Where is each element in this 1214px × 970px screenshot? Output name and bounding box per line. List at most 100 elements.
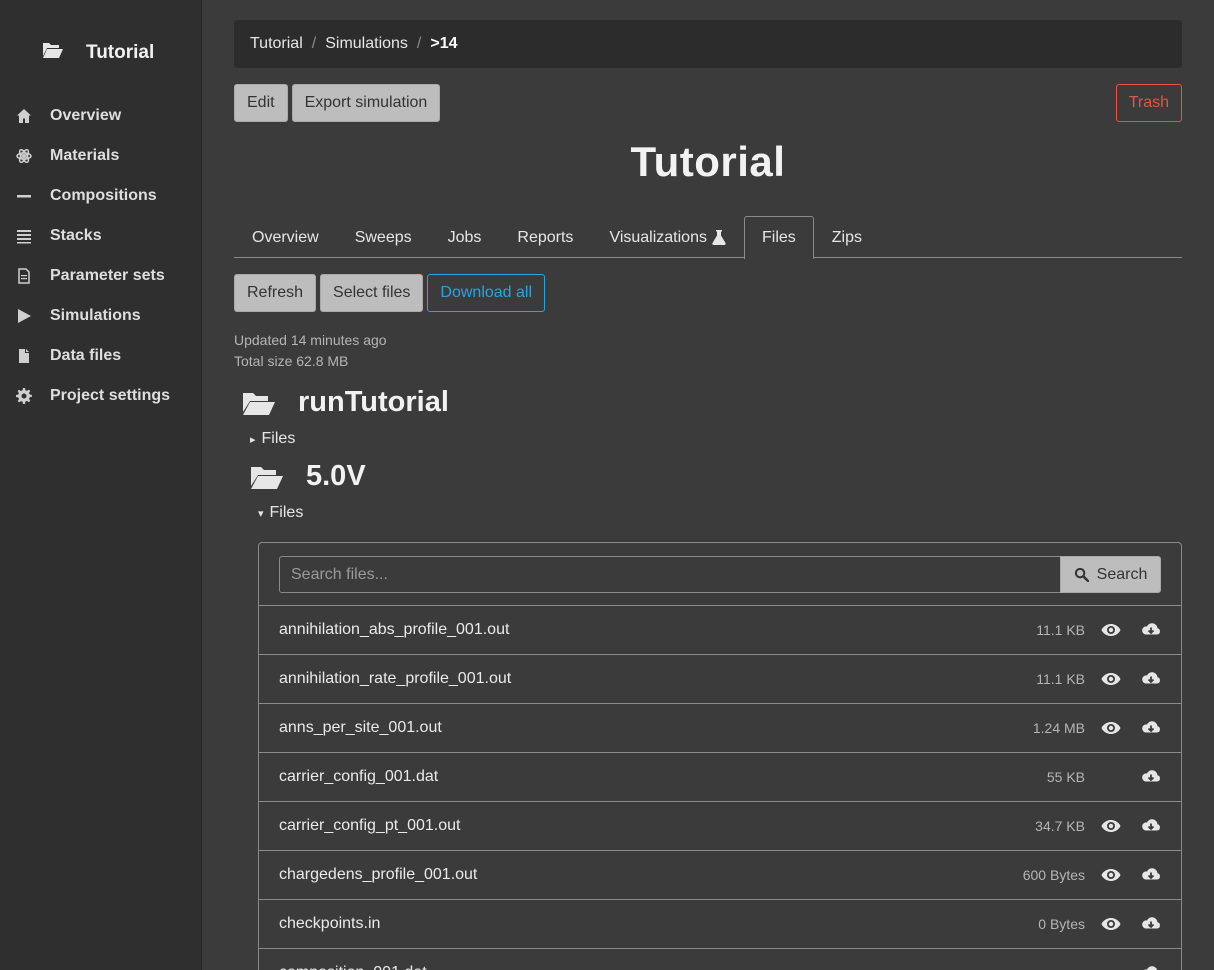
edit-button[interactable]: Edit: [234, 84, 288, 122]
eye-icon[interactable]: [1101, 819, 1121, 833]
minus-icon: [16, 188, 32, 204]
folder-open-icon: [42, 41, 64, 65]
trash-button[interactable]: Trash: [1115, 84, 1182, 122]
tab-label: Zips: [831, 228, 862, 246]
folder-name: 5.0V: [306, 460, 366, 492]
eye-icon[interactable]: [1101, 623, 1121, 637]
file-size: 0 Bytes: [1038, 916, 1085, 932]
cloud-download-icon[interactable]: [1141, 769, 1161, 785]
caret-down-icon: ▾: [258, 507, 264, 520]
file-name[interactable]: checkpoints.in: [279, 915, 380, 933]
sidebar-item-compositions[interactable]: Compositions: [0, 176, 202, 216]
search-icon: [1074, 567, 1089, 582]
breadcrumb-separator: /: [311, 35, 317, 52]
search-button-label: Search: [1096, 565, 1148, 583]
breadcrumb-separator: /: [416, 35, 422, 52]
cloud-download-icon[interactable]: [1141, 622, 1161, 638]
flask-icon: [712, 230, 726, 245]
file-row: annihilation_abs_profile_001.out 11.1 KB: [259, 606, 1181, 655]
sidebar-item-label: Project settings: [50, 387, 171, 404]
files-toggle[interactable]: ▸ Files: [250, 430, 295, 448]
search-button[interactable]: Search: [1060, 556, 1161, 593]
file-row: chargedens_profile_001.out 600 Bytes: [259, 851, 1181, 900]
tab-reports[interactable]: Reports: [499, 216, 591, 258]
project-brand[interactable]: Tutorial: [42, 40, 154, 66]
tab-label: Jobs: [447, 228, 482, 246]
file-row: carrier_config_001.dat 55 KB: [259, 753, 1181, 802]
sidebar: Tutorial Overview Materials Compositions…: [0, 0, 202, 970]
atom-icon: [16, 148, 32, 164]
cloud-download-icon[interactable]: [1141, 818, 1161, 834]
caret-right-icon: ▸: [250, 433, 256, 446]
eye-icon[interactable]: [1101, 672, 1121, 686]
file-rows: annihilation_abs_profile_001.out 11.1 KB a…: [259, 606, 1181, 970]
tab-sweeps[interactable]: Sweeps: [337, 216, 430, 258]
breadcrumb-simulations[interactable]: Simulations: [325, 35, 408, 53]
download-all-button[interactable]: Download all: [427, 274, 546, 312]
sidebar-item-label: Materials: [50, 147, 120, 164]
sidebar-item-project-settings[interactable]: Project settings: [0, 376, 202, 416]
cloud-download-icon[interactable]: [1141, 867, 1161, 883]
file-size: 600 Bytes: [1022, 867, 1085, 883]
breadcrumb-current: >14: [430, 35, 458, 52]
file-name[interactable]: carrier_config_001.dat: [279, 768, 438, 786]
file-name[interactable]: composition_001.dat: [279, 964, 427, 970]
file-row: composition_001.dat: [259, 949, 1181, 970]
file-row: annihilation_rate_profile_001.out 11.1 KB: [259, 655, 1181, 704]
eye-icon[interactable]: [1101, 868, 1121, 882]
file-name[interactable]: chargedens_profile_001.out: [279, 866, 477, 884]
tab-label: Visualizations: [609, 228, 707, 246]
file-row: anns_per_site_001.out 1.24 MB: [259, 704, 1181, 753]
cloud-download-icon[interactable]: [1141, 720, 1161, 736]
file-icon: [16, 348, 32, 364]
sidebar-item-data-files[interactable]: Data files: [0, 336, 202, 376]
play-icon: [16, 308, 32, 324]
file-list-panel: Search annihilation_abs_profile_001.out 1…: [258, 542, 1182, 970]
folder-open-icon: [243, 392, 275, 415]
file-row: carrier_config_pt_001.out 34.7 KB: [259, 802, 1181, 851]
eye-icon[interactable]: [1101, 917, 1121, 931]
file-name[interactable]: carrier_config_pt_001.out: [279, 817, 460, 835]
sidebar-item-materials[interactable]: Materials: [0, 136, 202, 176]
sidebar-item-simulations[interactable]: Simulations: [0, 296, 202, 336]
sidebar-item-parameter-sets[interactable]: Parameter sets: [0, 256, 202, 296]
folder-open-icon: [251, 466, 283, 489]
tab-label: Overview: [252, 228, 319, 246]
file-name[interactable]: annihilation_rate_profile_001.out: [279, 670, 511, 688]
sidebar-nav: Overview Materials Compositions Stacks P…: [0, 96, 202, 416]
sidebar-item-stacks[interactable]: Stacks: [0, 216, 202, 256]
search-input[interactable]: [279, 556, 1061, 593]
eye-icon[interactable]: [1101, 721, 1121, 735]
breadcrumb-project[interactable]: Tutorial: [250, 35, 303, 53]
stack-icon: [16, 228, 32, 244]
tab-overview[interactable]: Overview: [234, 216, 337, 258]
folder-name: runTutorial: [298, 386, 449, 418]
files-toggle[interactable]: ▾ Files: [258, 504, 303, 522]
tab-label: Reports: [517, 228, 574, 246]
tab-jobs[interactable]: Jobs: [430, 216, 500, 258]
files-toolbar: Refresh Select files Download all: [234, 274, 546, 312]
sidebar-item-label: Data files: [50, 347, 122, 364]
cloud-download-icon[interactable]: [1141, 965, 1161, 970]
cloud-download-icon[interactable]: [1141, 916, 1161, 932]
tab-zips[interactable]: Zips: [814, 216, 880, 258]
export-simulation-button[interactable]: Export simulation: [291, 84, 441, 122]
total-size-text: Total size 62.8 MB: [234, 353, 349, 369]
sidebar-item-overview[interactable]: Overview: [0, 96, 202, 136]
files-toggle-label: Files: [261, 430, 296, 447]
tab-files[interactable]: Files: [743, 216, 814, 259]
select-files-button[interactable]: Select files: [320, 274, 424, 312]
breadcrumb: Tutorial / Simulations / >14: [234, 20, 1182, 68]
file-name[interactable]: annihilation_abs_profile_001.out: [279, 621, 509, 639]
refresh-button[interactable]: Refresh: [234, 274, 317, 312]
file-size: 11.1 KB: [1036, 671, 1085, 687]
page-title: Tutorial: [630, 138, 786, 185]
simulation-toolbar: Edit Export simulation: [234, 84, 441, 122]
gear-icon: [16, 388, 32, 404]
file-name[interactable]: anns_per_site_001.out: [279, 719, 442, 737]
file-search-bar: Search: [259, 543, 1181, 606]
tab-bar: Overview Sweeps Jobs Reports Visualizati…: [234, 216, 1182, 259]
tab-visualizations[interactable]: Visualizations: [591, 216, 744, 258]
sidebar-item-label: Parameter sets: [50, 267, 165, 284]
cloud-download-icon[interactable]: [1141, 671, 1161, 687]
